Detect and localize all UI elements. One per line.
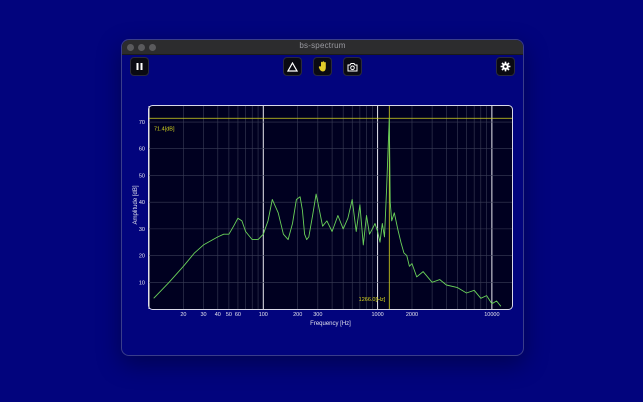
- title-bar: bs-spectrum: [122, 40, 523, 55]
- triangle-icon: [287, 61, 298, 72]
- spectrum-chart: 1020304050607020 30 40 50 60 100 200 300 1000 200…: [139, 105, 513, 318]
- pause-button[interactable]: [130, 57, 149, 76]
- settings-button[interactable]: [496, 57, 515, 76]
- app-window: bs-spectrum 10 20 30 40 50 60 70 20 30 40 50 60 100 2…: [121, 39, 524, 356]
- x-axis-label: Frequency [Hz]: [310, 321, 351, 327]
- x-tick-label: 30: [200, 312, 206, 318]
- y-tick-label: 60: [139, 147, 145, 153]
- spectrum-plot[interactable]: 10 20 30 40 50 60 70 20 30 40 50 60 100 200 300 1000 200…: [139, 105, 513, 318]
- x-tick-label: 20: [180, 312, 186, 318]
- peak-button[interactable]: [283, 57, 302, 76]
- peak-amplitude-label: 71.4[dB]: [154, 126, 175, 132]
- x-tick-label: 50: [226, 312, 232, 318]
- camera-icon: [347, 62, 358, 72]
- gear-icon: [500, 61, 511, 72]
- y-tick-label: 70: [139, 120, 145, 126]
- plot-frame: [148, 105, 513, 310]
- y-tick-label: 20: [139, 254, 145, 260]
- x-tick-label: 100: [259, 312, 268, 318]
- pause-icon: [135, 62, 144, 71]
- snapshot-button[interactable]: [343, 57, 362, 76]
- x-tick-label: 2000: [406, 312, 418, 318]
- x-tick-label: 10000: [484, 312, 499, 318]
- x-tick-label: 200: [293, 312, 302, 318]
- x-tick-label: 40: [215, 312, 221, 318]
- hand-icon: [318, 61, 328, 72]
- y-axis-label: Amplitude [dB]: [133, 185, 139, 225]
- y-tick-label: 40: [139, 200, 145, 206]
- window-title: bs-spectrum: [299, 41, 346, 50]
- hold-button[interactable]: [313, 57, 332, 76]
- y-tick-label: 10: [139, 280, 145, 286]
- peak-frequency-label: 1266.0[Hz]: [359, 297, 386, 303]
- y-tick-label: 50: [139, 173, 145, 179]
- y-tick-label: 30: [139, 227, 145, 233]
- x-tick-label: 1000: [371, 312, 383, 318]
- x-tick-label: 300: [313, 312, 322, 318]
- x-tick-label: 60: [235, 312, 241, 318]
